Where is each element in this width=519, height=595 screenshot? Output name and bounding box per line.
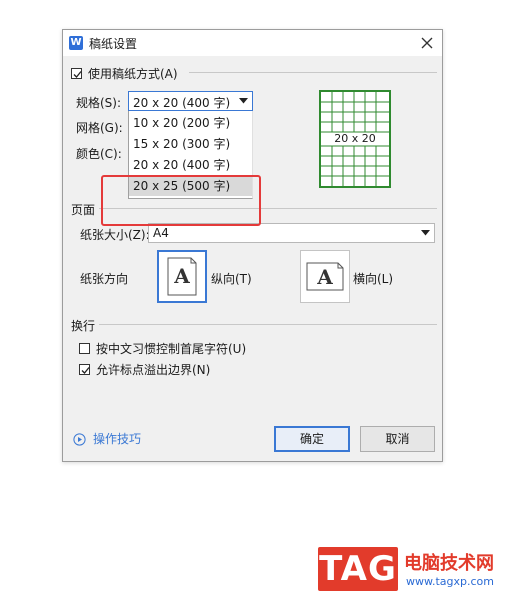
size-option[interactable]: 15 x 20 (300 字) <box>133 134 249 154</box>
paper-size-select[interactable]: A4 <box>148 223 435 243</box>
site-watermark: TAG 电脑技术网 www.tagxp.com <box>318 543 514 593</box>
size-label: 规格(S): <box>76 96 122 110</box>
landscape-option[interactable]: A <box>300 250 350 303</box>
checkmark-icon <box>81 367 90 374</box>
paper-size-label: 纸张大小(Z): <box>80 228 150 242</box>
tips-link[interactable]: 操作技巧 <box>93 430 141 447</box>
size-option[interactable]: 10 x 20 (200 字) <box>133 113 249 133</box>
punctuation-overflow-checkbox[interactable] <box>79 364 90 375</box>
close-button[interactable] <box>418 34 436 52</box>
wrap-section-title: 换行 <box>71 319 96 333</box>
size-select[interactable]: 20 x 20 (400 字) <box>128 91 253 111</box>
landscape-label[interactable]: 横向(L) <box>353 270 393 287</box>
dialog-title: 稿纸设置 <box>89 37 138 51</box>
cancel-button[interactable]: 取消 <box>360 426 435 452</box>
play-circle-icon <box>73 433 86 446</box>
paper-size-value: A4 <box>153 226 169 240</box>
landscape-glyph: A <box>317 265 333 289</box>
wps-writer-icon: W <box>69 36 83 50</box>
size-option[interactable]: 20 x 20 (400 字) <box>133 155 249 175</box>
cjk-line-break-label: 按中文习惯控制首尾字符(U) <box>96 342 247 356</box>
section-divider <box>189 72 437 73</box>
portrait-label[interactable]: 纵向(T) <box>211 270 252 287</box>
watermark-url: www.tagxp.com <box>406 575 494 588</box>
use-manuscript-checkbox[interactable] <box>71 68 82 79</box>
cjk-line-break-checkbox[interactable] <box>79 343 90 354</box>
orientation-label: 纸张方向 <box>80 272 129 286</box>
checkmark-icon <box>73 71 82 78</box>
portrait-glyph: A <box>174 264 190 288</box>
manuscript-preview: 20 x 20 <box>319 90 391 188</box>
use-manuscript-label: 使用稿纸方式(A) <box>88 67 178 81</box>
punctuation-overflow-label: 允许标点溢出边界(N) <box>96 363 211 377</box>
manuscript-settings-dialog: W 稿纸设置 使用稿纸方式(A) 规格(S): 网格(G): 颜色(C): 20… <box>62 29 443 462</box>
title-bar: W 稿纸设置 <box>63 30 442 56</box>
grid-label: 网格(G): <box>76 121 123 135</box>
page-section-title: 页面 <box>71 203 96 217</box>
color-label: 颜色(C): <box>76 147 122 161</box>
close-icon <box>421 37 433 49</box>
preview-label: 20 x 20 <box>334 132 376 145</box>
highlight-annotation-box <box>101 175 261 226</box>
size-select-value: 20 x 20 (400 字) <box>133 96 231 110</box>
dropdown-arrow-icon <box>239 98 248 104</box>
section-divider <box>99 324 437 325</box>
watermark-title: 电脑技术网 <box>404 553 494 574</box>
portrait-option[interactable]: A <box>157 250 207 303</box>
dropdown-arrow-icon <box>421 230 430 236</box>
ok-button[interactable]: 确定 <box>274 426 350 452</box>
tag-logo: TAG <box>318 547 398 591</box>
